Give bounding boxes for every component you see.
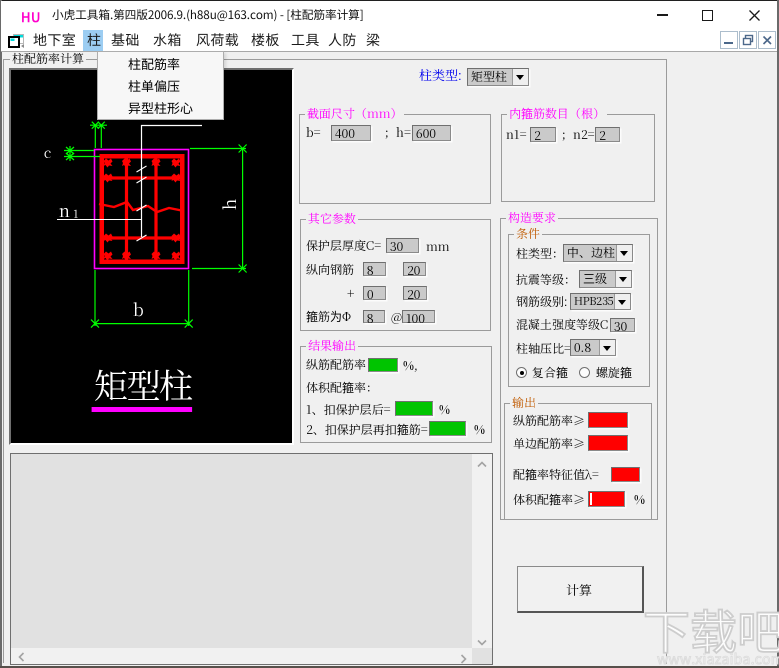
svg-text:c: c — [44, 143, 52, 163]
svg-text:n: n — [59, 197, 70, 222]
svg-text:h: h — [216, 199, 241, 210]
svg-text:b: b — [133, 296, 144, 321]
svg-text:矩型柱: 矩型柱 — [94, 359, 192, 408]
